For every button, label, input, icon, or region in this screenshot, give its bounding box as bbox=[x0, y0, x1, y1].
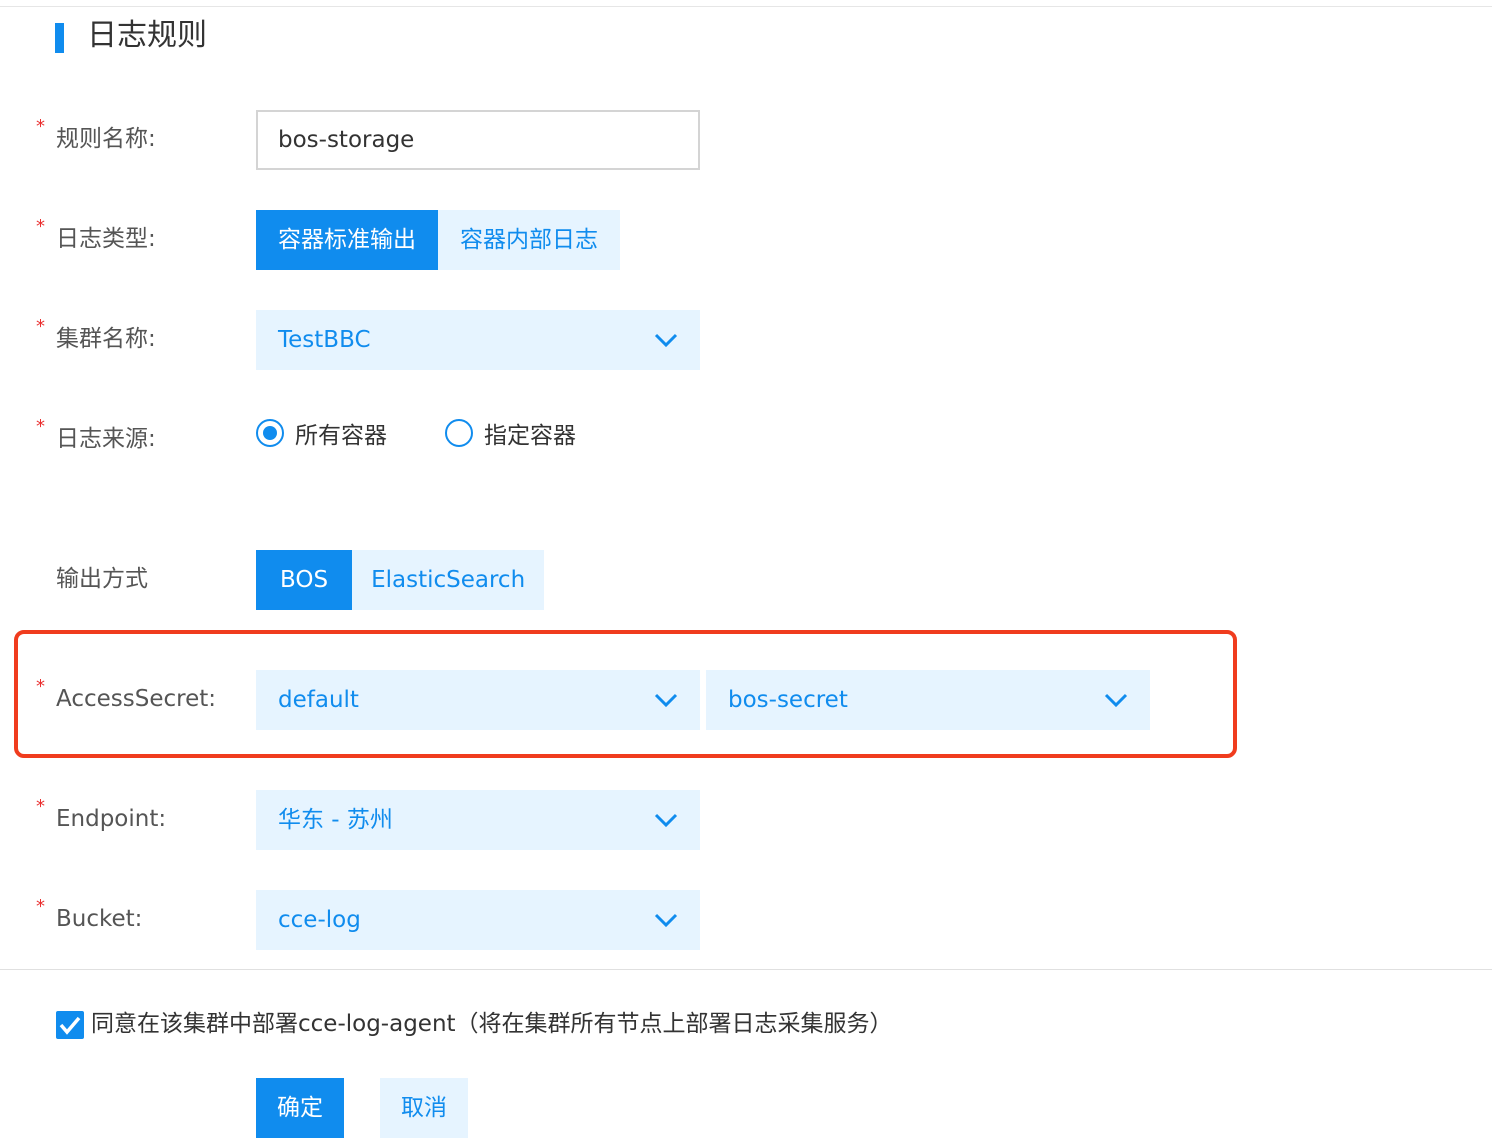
cancel-button[interactable]: 取消 bbox=[380, 1078, 468, 1138]
endpoint-label: Endpoint: bbox=[56, 806, 167, 832]
cluster-select[interactable]: TestBBC bbox=[256, 310, 700, 370]
endpoint-select-value: 华东 - 苏州 bbox=[278, 807, 393, 833]
divider bbox=[0, 969, 1492, 970]
output-label: 输出方式 bbox=[56, 566, 148, 592]
log-type-toggle: 容器标准输出 容器内部日志 bbox=[256, 210, 620, 270]
section-title: 日志规则 bbox=[87, 18, 207, 53]
required-mark: * bbox=[36, 896, 45, 917]
rule-name-input[interactable]: bos-storage bbox=[256, 110, 700, 170]
checkmark-icon bbox=[59, 1016, 81, 1035]
radio-label: 指定容器 bbox=[484, 423, 576, 449]
access-secret-namespace-select[interactable]: default bbox=[256, 670, 700, 730]
radio-unchecked-icon bbox=[445, 419, 473, 447]
output-elasticsearch-button[interactable]: ElasticSearch bbox=[352, 550, 545, 610]
required-mark: * bbox=[36, 116, 45, 137]
chevron-down-icon bbox=[654, 813, 678, 828]
radio-specific-containers[interactable]: 指定容器 bbox=[445, 416, 576, 450]
rule-name-label: 规则名称: bbox=[56, 126, 156, 152]
section-accent-bar bbox=[55, 23, 64, 53]
log-source-radio-group: 所有容器 指定容器 bbox=[256, 416, 634, 450]
log-type-stdout-button[interactable]: 容器标准输出 bbox=[256, 210, 438, 270]
secret-select-value: bos-secret bbox=[728, 687, 848, 713]
chevron-down-icon bbox=[1104, 693, 1128, 708]
log-type-label: 日志类型: bbox=[56, 226, 156, 252]
required-mark: * bbox=[36, 316, 45, 337]
access-secret-secret-select[interactable]: bos-secret bbox=[706, 670, 1150, 730]
bucket-select-value: cce-log bbox=[278, 907, 361, 933]
required-mark: * bbox=[36, 216, 45, 237]
required-mark: * bbox=[36, 416, 45, 437]
bucket-select[interactable]: cce-log bbox=[256, 890, 700, 950]
namespace-select-value: default bbox=[278, 687, 359, 713]
chevron-down-icon bbox=[654, 333, 678, 348]
confirm-button[interactable]: 确定 bbox=[256, 1078, 344, 1138]
output-bos-button[interactable]: BOS bbox=[256, 550, 353, 610]
cluster-label: 集群名称: bbox=[56, 326, 156, 352]
bucket-label: Bucket: bbox=[56, 906, 143, 932]
chevron-down-icon bbox=[654, 913, 678, 928]
endpoint-select[interactable]: 华东 - 苏州 bbox=[256, 790, 700, 850]
cluster-select-value: TestBBC bbox=[278, 327, 371, 353]
required-mark: * bbox=[36, 676, 45, 697]
agree-text: 同意在该集群中部署cce-log-agent（将在集群所有节点上部署日志采集服务… bbox=[91, 1011, 893, 1037]
access-secret-label: AccessSecret: bbox=[56, 686, 217, 712]
log-type-internal-button[interactable]: 容器内部日志 bbox=[438, 210, 620, 270]
top-border bbox=[0, 0, 1492, 7]
radio-checked-icon bbox=[256, 419, 284, 447]
radio-label: 所有容器 bbox=[295, 423, 387, 449]
required-mark: * bbox=[36, 796, 45, 817]
log-source-label: 日志来源: bbox=[56, 426, 156, 452]
agree-checkbox[interactable] bbox=[56, 1011, 84, 1039]
output-toggle: BOS ElasticSearch bbox=[256, 550, 545, 610]
chevron-down-icon bbox=[654, 693, 678, 708]
radio-all-containers[interactable]: 所有容器 bbox=[256, 416, 387, 450]
